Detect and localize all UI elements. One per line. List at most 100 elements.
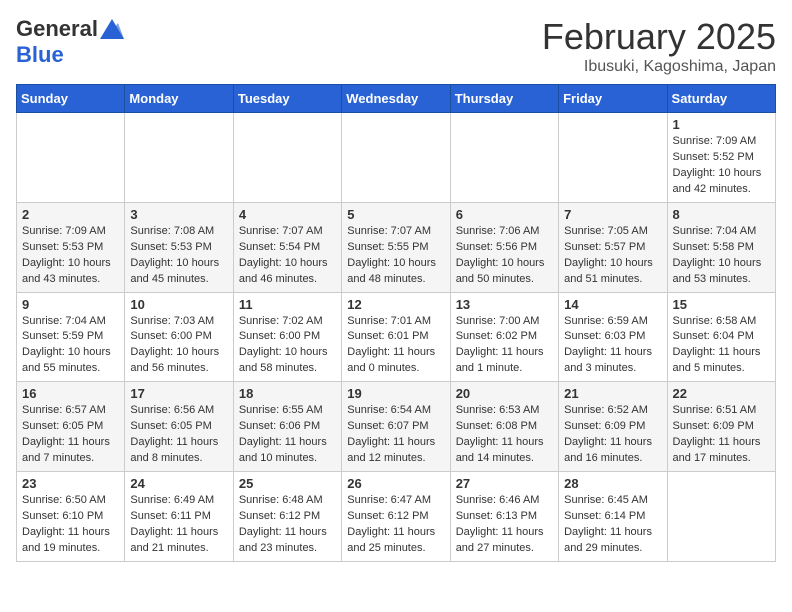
calendar-cell: 1 Sunrise: 7:09 AM Sunset: 5:52 PM Daylig…: [667, 113, 775, 203]
day-number: 1: [673, 117, 770, 132]
day-info: Sunrise: 6:57 AM Sunset: 6:05 PM Dayligh…: [22, 403, 119, 467]
day-number: 2: [22, 207, 119, 222]
day-info: Sunrise: 6:47 AM Sunset: 6:12 PM Dayligh…: [347, 493, 444, 557]
calendar-cell: [125, 113, 233, 203]
calendar-cell: [233, 113, 341, 203]
day-number: 8: [673, 207, 770, 222]
day-number: 21: [564, 386, 661, 401]
day-info: Sunrise: 6:52 AM Sunset: 6:09 PM Dayligh…: [564, 403, 661, 467]
day-info: Sunrise: 6:46 AM Sunset: 6:13 PM Dayligh…: [456, 493, 553, 557]
day-number: 20: [456, 386, 553, 401]
weekday-header-sunday: Sunday: [17, 85, 125, 113]
calendar-cell: 12 Sunrise: 7:01 AM Sunset: 6:01 PM Dayli…: [342, 292, 450, 382]
day-number: 24: [130, 476, 227, 491]
calendar-cell: 20 Sunrise: 6:53 AM Sunset: 6:08 PM Dayli…: [450, 382, 558, 472]
day-info: Sunrise: 7:07 AM Sunset: 5:54 PM Dayligh…: [239, 224, 336, 288]
day-number: 10: [130, 297, 227, 312]
calendar-cell: 16 Sunrise: 6:57 AM Sunset: 6:05 PM Dayli…: [17, 382, 125, 472]
day-info: Sunrise: 7:00 AM Sunset: 6:02 PM Dayligh…: [456, 314, 553, 378]
weekday-header-tuesday: Tuesday: [233, 85, 341, 113]
day-number: 22: [673, 386, 770, 401]
calendar-cell: 25 Sunrise: 6:48 AM Sunset: 6:12 PM Dayli…: [233, 472, 341, 562]
logo-icon: [100, 19, 124, 39]
calendar-cell: 21 Sunrise: 6:52 AM Sunset: 6:09 PM Dayli…: [559, 382, 667, 472]
calendar-table: SundayMondayTuesdayWednesdayThursdayFrid…: [16, 84, 776, 562]
day-info: Sunrise: 6:50 AM Sunset: 6:10 PM Dayligh…: [22, 493, 119, 557]
calendar-cell: 11Sunrise: 7:02 AM Sunset: 6:00 PM Dayli…: [233, 292, 341, 382]
day-number: 5: [347, 207, 444, 222]
day-number: 27: [456, 476, 553, 491]
day-number: 9: [22, 297, 119, 312]
day-info: Sunrise: 7:06 AM Sunset: 5:56 PM Dayligh…: [456, 224, 553, 288]
day-number: 17: [130, 386, 227, 401]
week-row-5: 23Sunrise: 6:50 AM Sunset: 6:10 PM Dayli…: [17, 472, 776, 562]
calendar-cell: 8 Sunrise: 7:04 AM Sunset: 5:58 PM Daylig…: [667, 202, 775, 292]
day-info: Sunrise: 7:09 AM Sunset: 5:52 PM Dayligh…: [673, 134, 770, 198]
calendar-cell: 13Sunrise: 7:00 AM Sunset: 6:02 PM Dayli…: [450, 292, 558, 382]
day-info: Sunrise: 6:55 AM Sunset: 6:06 PM Dayligh…: [239, 403, 336, 467]
location: Ibusuki, Kagoshima, Japan: [542, 58, 776, 76]
calendar-cell: 5Sunrise: 7:07 AM Sunset: 5:55 PM Daylig…: [342, 202, 450, 292]
day-number: 28: [564, 476, 661, 491]
day-number: 16: [22, 386, 119, 401]
calendar-cell: 15Sunrise: 6:58 AM Sunset: 6:04 PM Dayli…: [667, 292, 775, 382]
calendar-cell: [342, 113, 450, 203]
day-number: 14: [564, 297, 661, 312]
calendar-cell: 26 Sunrise: 6:47 AM Sunset: 6:12 PM Dayli…: [342, 472, 450, 562]
day-info: Sunrise: 6:53 AM Sunset: 6:08 PM Dayligh…: [456, 403, 553, 467]
day-number: 7: [564, 207, 661, 222]
weekday-header-row: SundayMondayTuesdayWednesdayThursdayFrid…: [17, 85, 776, 113]
calendar-cell: 4Sunrise: 7:07 AM Sunset: 5:54 PM Daylig…: [233, 202, 341, 292]
calendar-cell: 27 Sunrise: 6:46 AM Sunset: 6:13 PM Dayli…: [450, 472, 558, 562]
day-info: Sunrise: 6:58 AM Sunset: 6:04 PM Dayligh…: [673, 314, 770, 378]
day-info: Sunrise: 7:04 AM Sunset: 5:58 PM Dayligh…: [673, 224, 770, 288]
calendar-cell: 18 Sunrise: 6:55 AM Sunset: 6:06 PM Dayli…: [233, 382, 341, 472]
day-info: Sunrise: 6:54 AM Sunset: 6:07 PM Dayligh…: [347, 403, 444, 467]
calendar-cell: 3Sunrise: 7:08 AM Sunset: 5:53 PM Daylig…: [125, 202, 233, 292]
title-block: February 2025 Ibusuki, Kagoshima, Japan: [542, 16, 776, 76]
day-number: 12: [347, 297, 444, 312]
logo-blue-text: Blue: [16, 42, 64, 68]
calendar-cell: 22 Sunrise: 6:51 AM Sunset: 6:09 PM Dayli…: [667, 382, 775, 472]
day-number: 26: [347, 476, 444, 491]
day-info: Sunrise: 7:01 AM Sunset: 6:01 PM Dayligh…: [347, 314, 444, 378]
day-info: Sunrise: 6:56 AM Sunset: 6:05 PM Dayligh…: [130, 403, 227, 467]
day-number: 18: [239, 386, 336, 401]
calendar-cell: [559, 113, 667, 203]
day-number: 25: [239, 476, 336, 491]
weekday-header-monday: Monday: [125, 85, 233, 113]
page-header: General Blue February 2025 Ibusuki, Kago…: [16, 16, 776, 76]
week-row-3: 9 Sunrise: 7:04 AM Sunset: 5:59 PM Daylig…: [17, 292, 776, 382]
logo: General Blue: [16, 16, 124, 68]
week-row-1: 1 Sunrise: 7:09 AM Sunset: 5:52 PM Daylig…: [17, 113, 776, 203]
day-info: Sunrise: 7:09 AM Sunset: 5:53 PM Dayligh…: [22, 224, 119, 288]
day-info: Sunrise: 6:45 AM Sunset: 6:14 PM Dayligh…: [564, 493, 661, 557]
calendar-cell: 9 Sunrise: 7:04 AM Sunset: 5:59 PM Daylig…: [17, 292, 125, 382]
day-number: 11: [239, 297, 336, 312]
calendar-cell: 19 Sunrise: 6:54 AM Sunset: 6:07 PM Dayli…: [342, 382, 450, 472]
calendar-cell: [667, 472, 775, 562]
calendar-cell: 23Sunrise: 6:50 AM Sunset: 6:10 PM Dayli…: [17, 472, 125, 562]
day-info: Sunrise: 6:49 AM Sunset: 6:11 PM Dayligh…: [130, 493, 227, 557]
day-info: Sunrise: 6:48 AM Sunset: 6:12 PM Dayligh…: [239, 493, 336, 557]
weekday-header-wednesday: Wednesday: [342, 85, 450, 113]
calendar-cell: 7 Sunrise: 7:05 AM Sunset: 5:57 PM Daylig…: [559, 202, 667, 292]
calendar-cell: 14Sunrise: 6:59 AM Sunset: 6:03 PM Dayli…: [559, 292, 667, 382]
week-row-4: 16 Sunrise: 6:57 AM Sunset: 6:05 PM Dayli…: [17, 382, 776, 472]
calendar-cell: 6 Sunrise: 7:06 AM Sunset: 5:56 PM Daylig…: [450, 202, 558, 292]
calendar-cell: 2 Sunrise: 7:09 AM Sunset: 5:53 PM Daylig…: [17, 202, 125, 292]
day-info: Sunrise: 7:04 AM Sunset: 5:59 PM Dayligh…: [22, 314, 119, 378]
day-info: Sunrise: 7:05 AM Sunset: 5:57 PM Dayligh…: [564, 224, 661, 288]
day-number: 19: [347, 386, 444, 401]
day-info: Sunrise: 7:08 AM Sunset: 5:53 PM Dayligh…: [130, 224, 227, 288]
calendar-cell: 28 Sunrise: 6:45 AM Sunset: 6:14 PM Dayli…: [559, 472, 667, 562]
day-number: 6: [456, 207, 553, 222]
calendar-cell: 24 Sunrise: 6:49 AM Sunset: 6:11 PM Dayli…: [125, 472, 233, 562]
day-info: Sunrise: 6:51 AM Sunset: 6:09 PM Dayligh…: [673, 403, 770, 467]
calendar-cell: 10Sunrise: 7:03 AM Sunset: 6:00 PM Dayli…: [125, 292, 233, 382]
calendar-cell: [17, 113, 125, 203]
weekday-header-thursday: Thursday: [450, 85, 558, 113]
calendar-cell: 17 Sunrise: 6:56 AM Sunset: 6:05 PM Dayli…: [125, 382, 233, 472]
weekday-header-friday: Friday: [559, 85, 667, 113]
week-row-2: 2 Sunrise: 7:09 AM Sunset: 5:53 PM Daylig…: [17, 202, 776, 292]
